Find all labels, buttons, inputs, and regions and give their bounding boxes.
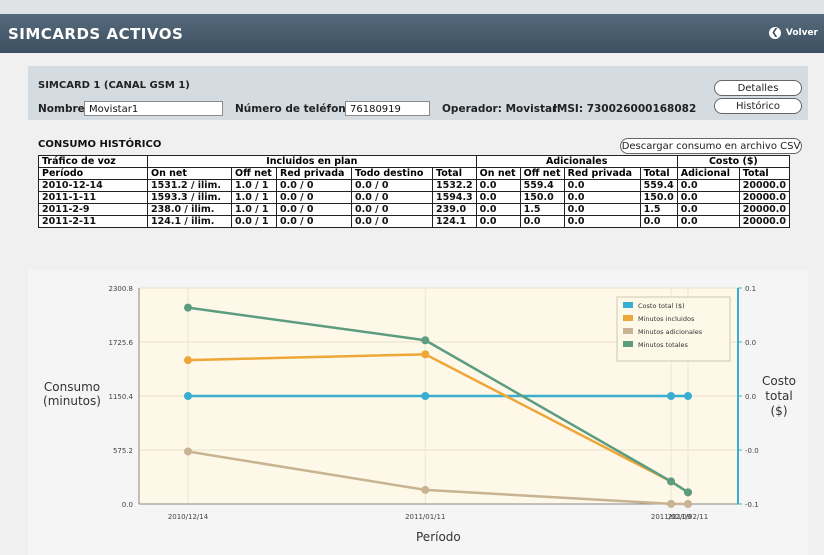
table-cell: 1.5	[639, 203, 678, 216]
table-cell: 124.1 / ilim.	[147, 215, 232, 228]
column-header: Adicional	[676, 167, 740, 180]
table-cell: 2010-12-14	[38, 179, 148, 192]
column-header: Período	[38, 167, 148, 180]
table-cell: 1532.2	[432, 179, 477, 192]
telefono-label: Número de teléfono	[235, 103, 353, 115]
table-cell: 0.0	[563, 191, 641, 204]
table-cell: 0.0 / 0	[351, 215, 433, 228]
column-header: Red privada	[276, 167, 352, 180]
download-csv-button[interactable]: Descargar consumo en archivo CSV	[620, 138, 802, 154]
table-cell: 0.0	[475, 179, 521, 192]
column-header: Total	[738, 167, 791, 180]
column-header: On net	[475, 167, 521, 180]
column-header: Off net	[519, 167, 565, 180]
table-row: 2011-2-9 238.0 / ilim. 1.0 / 1 0.0 / 0 0…	[38, 203, 791, 216]
table-cell: 0.0 / 0	[276, 203, 352, 216]
table-cell: 0.0	[676, 203, 740, 216]
table-cell: 2011-2-9	[38, 203, 148, 216]
table-row: 2011-2-11 124.1 / ilim. 0.0 / 1 0.0 / 0 …	[38, 215, 791, 228]
column-header: Todo destino	[351, 167, 433, 180]
group-header-adicionales: Adicionales	[475, 155, 678, 168]
table-cell: 124.1	[432, 215, 477, 228]
table-cell: 20000.0	[738, 203, 791, 216]
table-cell: 150.0	[639, 191, 678, 204]
back-label: Volver	[785, 28, 818, 38]
telefono-field[interactable]: 76180919	[345, 101, 430, 116]
table-cell: 0.0 / 0	[276, 179, 352, 192]
table-cell: 1593.3 / ilim.	[147, 191, 232, 204]
table-cell: 0.0 / 0	[351, 179, 433, 192]
nombre-label: Nombre	[38, 103, 85, 115]
table-cell: 2011-2-11	[38, 215, 148, 228]
operador-label: Operador: Movistar	[442, 103, 558, 115]
chart-area	[28, 270, 808, 555]
table-cell: 20000.0	[738, 179, 791, 192]
table-cell: 20000.0	[738, 215, 791, 228]
consumo-title: CONSUMO HISTÓRICO	[38, 139, 162, 150]
column-header: Red privada	[563, 167, 641, 180]
table-cell: 0.0	[475, 203, 521, 216]
table-cell: 0.0 / 0	[276, 191, 352, 204]
table-cell: 0.0 / 0	[351, 203, 433, 216]
nombre-field[interactable]: Movistar1	[84, 101, 223, 116]
column-header: Total	[432, 167, 477, 180]
column-header: Off net	[231, 167, 277, 180]
column-header: On net	[147, 167, 232, 180]
table-row: 2010-12-14 1531.2 / ilim. 1.0 / 1 0.0 / …	[38, 179, 791, 192]
column-header-row: Período On net Off net Red privada Todo …	[38, 167, 791, 180]
back-button[interactable]: ❮ Volver	[768, 27, 818, 39]
table-cell: 0.0 / 0	[351, 191, 433, 204]
table-cell: 1.0 / 1	[231, 179, 277, 192]
table-cell: 1.0 / 1	[231, 191, 277, 204]
table-cell: 20000.0	[738, 191, 791, 204]
table-cell: 1.5	[519, 203, 565, 216]
table-cell: 0.0	[563, 203, 641, 216]
group-header-incluidos: Incluidos en plan	[147, 155, 477, 168]
simcard-title: SIMCARD 1 (CANAL GSM 1)	[38, 80, 190, 91]
y-axis-right-label: Costo total ($)	[761, 374, 797, 418]
table-cell: 1531.2 / ilim.	[147, 179, 232, 192]
back-arrow-icon: ❮	[768, 27, 781, 39]
table-cell: 150.0	[519, 191, 565, 204]
y-axis-left-label: Consumo (minutos)	[43, 380, 101, 408]
x-axis-label: Período	[416, 530, 461, 544]
table-cell: 0.0	[676, 191, 740, 204]
consumo-table: Tráfico de voz Incluidos en plan Adicion…	[38, 155, 791, 228]
table-cell: 0.0	[676, 179, 740, 192]
table-cell: 0.0	[519, 215, 565, 228]
table-row: 2011-1-11 1593.3 / ilim. 1.0 / 1 0.0 / 0…	[38, 191, 791, 204]
table-cell: 0.0	[563, 215, 641, 228]
table-cell: 0.0 / 1	[231, 215, 277, 228]
column-header: Total	[639, 167, 678, 180]
detalles-button[interactable]: Detalles	[714, 80, 802, 96]
table-cell: 559.4	[519, 179, 565, 192]
imsi-label: IMSI: 730026000168082	[553, 103, 697, 115]
table-cell: 0.0	[676, 215, 740, 228]
table-cell: 2011-1-11	[38, 191, 148, 204]
page-title: SIMCARDS ACTIVOS	[8, 25, 184, 43]
group-header-costo: Costo ($)	[676, 155, 791, 168]
table-cell: 0.0	[639, 215, 678, 228]
table-cell: 0.0	[475, 215, 521, 228]
table-cell: 0.0	[563, 179, 641, 192]
table-cell: 1.0 / 1	[231, 203, 277, 216]
historico-button[interactable]: Histórico	[714, 98, 802, 114]
table-cell: 1594.3	[432, 191, 477, 204]
table-cell: 559.4	[639, 179, 678, 192]
table-cell: 0.0	[475, 191, 521, 204]
table-cell: 0.0 / 0	[276, 215, 352, 228]
table-cell: 239.0	[432, 203, 477, 216]
group-header-trafico: Tráfico de voz	[38, 155, 148, 168]
group-header-row: Tráfico de voz Incluidos en plan Adicion…	[38, 155, 791, 168]
table-cell: 238.0 / ilim.	[147, 203, 232, 216]
